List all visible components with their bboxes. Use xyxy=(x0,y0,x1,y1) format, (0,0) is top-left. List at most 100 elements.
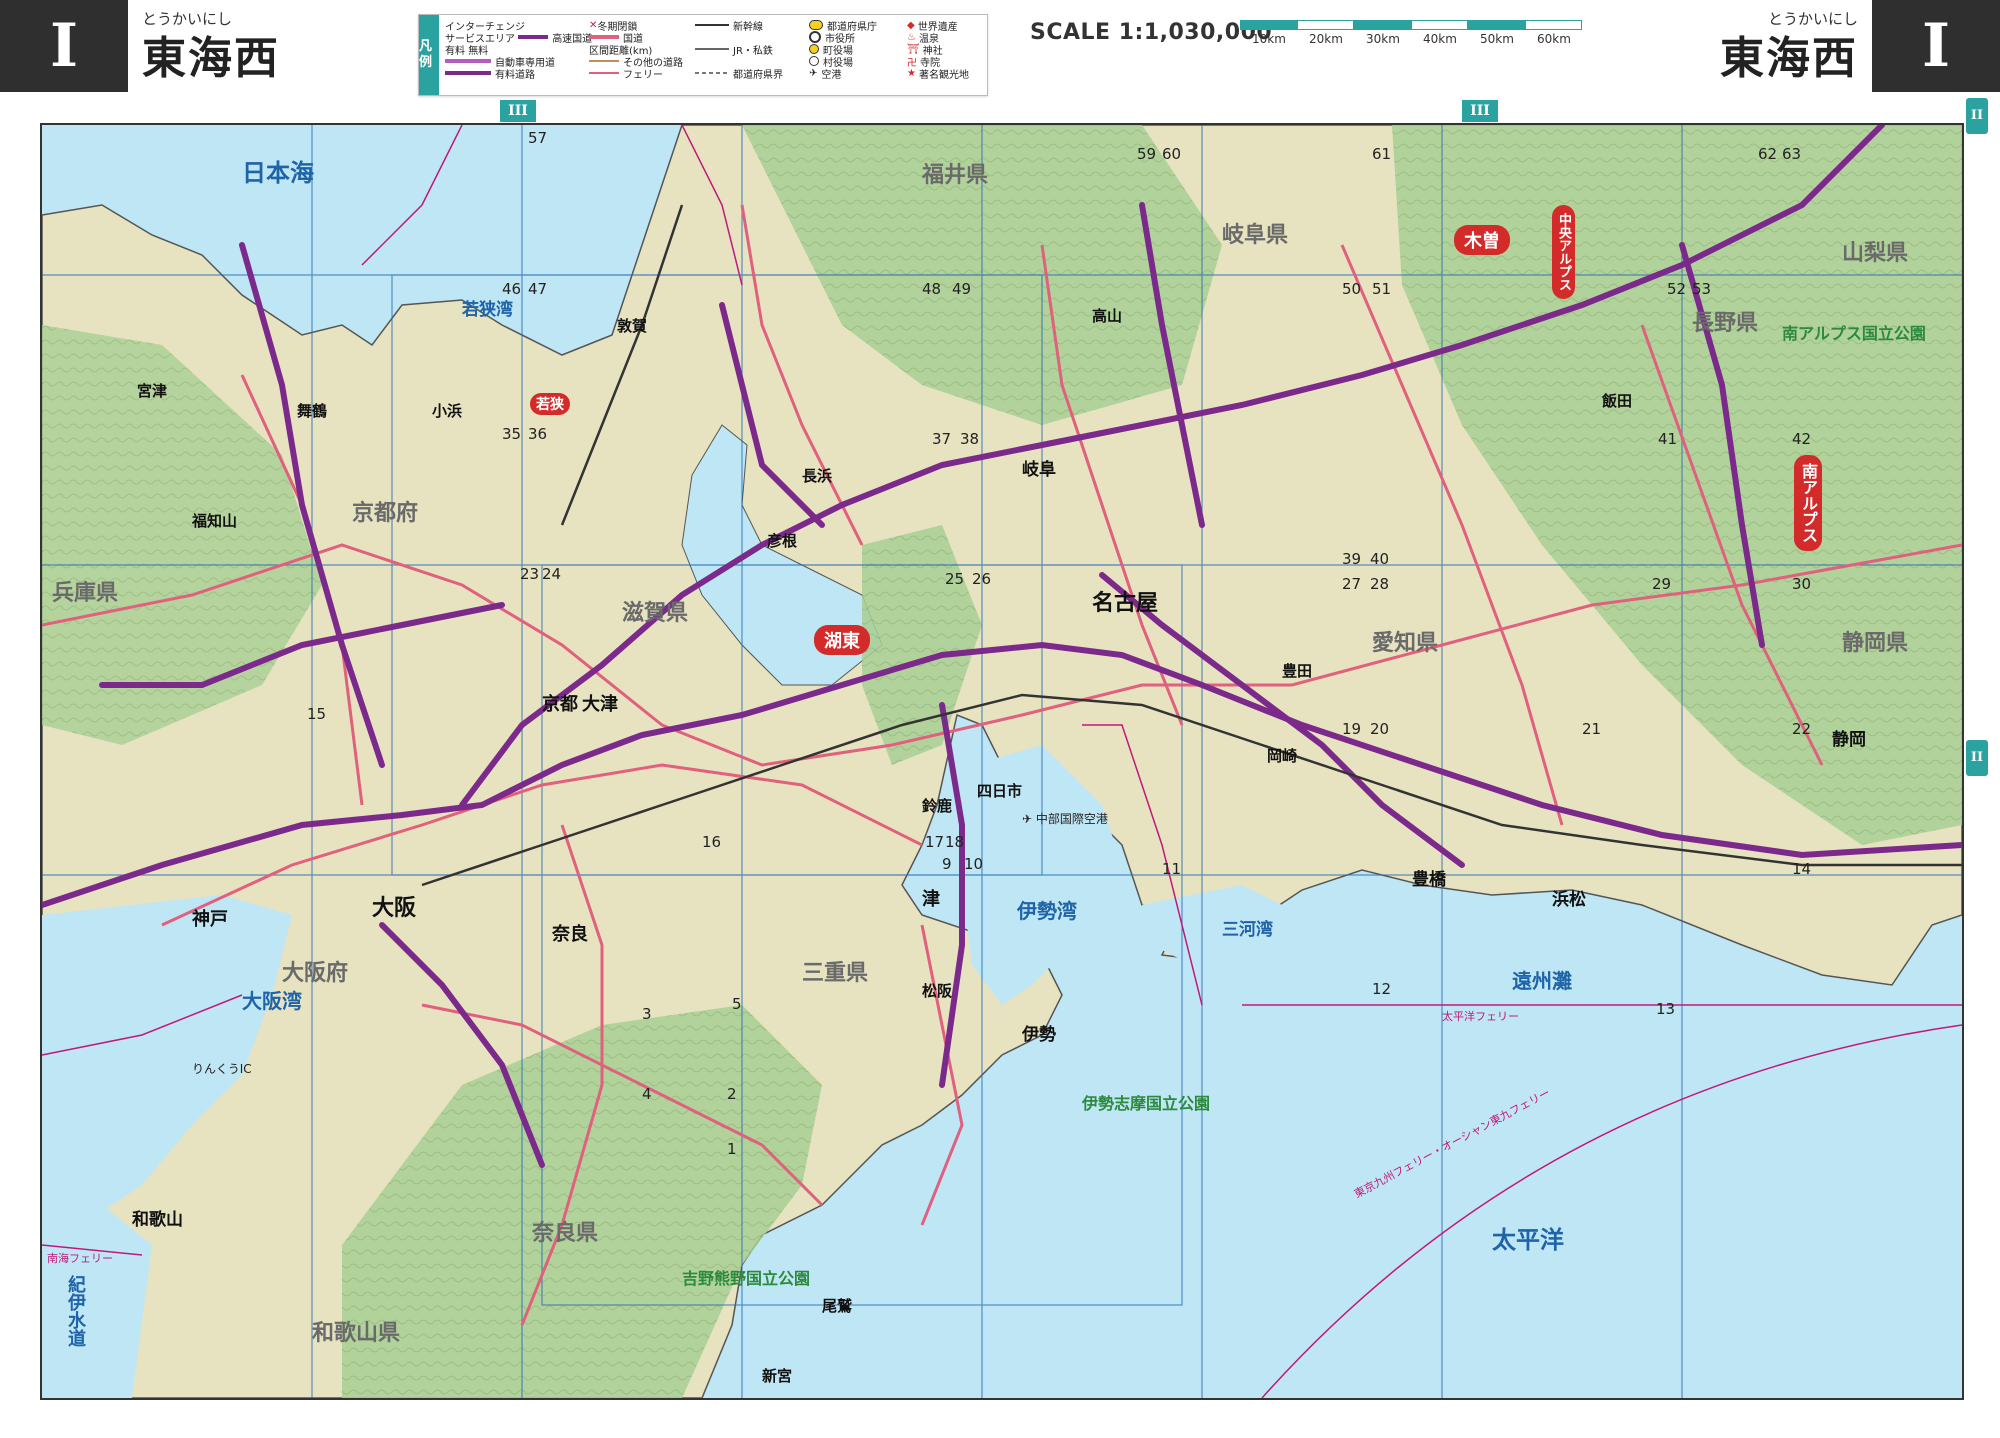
adjacent-page-marker[interactable]: III xyxy=(1462,100,1498,122)
page-ref[interactable]: 36 xyxy=(528,425,547,443)
legend-item: フェリー xyxy=(589,67,683,81)
adjacent-page-marker[interactable]: III xyxy=(500,100,536,122)
area-tag[interactable]: 木曽 xyxy=(1454,225,1510,255)
page-ref[interactable]: 30 xyxy=(1792,575,1811,593)
city-label: 神戸 xyxy=(192,909,228,930)
city-label: 浜松 xyxy=(1552,890,1586,910)
prefecture-label: 兵庫県 xyxy=(52,581,119,606)
scale-bar xyxy=(1240,20,1582,30)
city-label: 奈良 xyxy=(552,924,588,945)
page-ref[interactable]: 24 xyxy=(542,565,561,583)
sea-label: 太平洋 xyxy=(1492,1226,1564,1254)
page-ref[interactable]: 57 xyxy=(528,129,547,147)
page-ref[interactable]: 59 xyxy=(1137,145,1156,163)
road-map[interactable]: 日本海 若狭湾 大阪湾 伊勢湾 三河湾 遠州灘 太平洋 紀伊水道 福井県 岐阜県… xyxy=(40,123,1964,1400)
adjacent-page-marker[interactable]: II xyxy=(1966,98,1988,134)
page-ref[interactable]: 26 xyxy=(972,570,991,588)
city-label: 大津 xyxy=(582,694,618,715)
page-ref[interactable]: 61 xyxy=(1372,145,1391,163)
page-ref[interactable]: 18 xyxy=(945,833,964,851)
legend-item: 村役場 xyxy=(809,55,877,69)
scale-tick: 30km xyxy=(1366,32,1400,46)
national-park-label: 伊勢志摩国立公園 xyxy=(1082,1094,1211,1113)
city-label: 松阪 xyxy=(922,982,953,1000)
area-tag-vertical[interactable]: 中央アルプス xyxy=(1552,205,1575,299)
city-label: 敦賀 xyxy=(617,317,648,335)
prefecture-label: 和歌山県 xyxy=(312,1321,401,1346)
page-ref[interactable]: 17 xyxy=(925,833,944,851)
legend-item: JR・私鉄 xyxy=(695,43,783,57)
page-ref[interactable]: 37 xyxy=(932,430,951,448)
page-ref[interactable]: 38 xyxy=(960,430,979,448)
map-canvas xyxy=(42,125,1962,1398)
section-tab-right: I xyxy=(1872,0,2000,92)
page-ref[interactable]: 51 xyxy=(1372,280,1391,298)
airport-icon: ✈ xyxy=(1022,812,1036,826)
page-ref[interactable]: 10 xyxy=(964,855,983,873)
page-ref[interactable]: 1 xyxy=(727,1140,737,1158)
page-ref[interactable]: 19 xyxy=(1342,720,1361,738)
page-ref[interactable]: 63 xyxy=(1782,145,1801,163)
scale-tick: 20km xyxy=(1309,32,1343,46)
page-ref[interactable]: 60 xyxy=(1162,145,1181,163)
area-tag-vertical[interactable]: 南アルプス xyxy=(1794,455,1822,551)
page-ref[interactable]: 2 xyxy=(727,1085,737,1103)
page-ref[interactable]: 47 xyxy=(528,280,547,298)
page-ref[interactable]: 14 xyxy=(1792,860,1811,878)
adjacent-page-marker[interactable]: II xyxy=(1966,740,1988,776)
page-ref[interactable]: 20 xyxy=(1370,720,1389,738)
page-ref[interactable]: 9 xyxy=(942,855,952,873)
page-ref[interactable]: 25 xyxy=(945,570,964,588)
page-ref[interactable]: 23 xyxy=(520,565,539,583)
prefecture-label: 大阪府 xyxy=(282,961,349,986)
city-label: 尾鷲 xyxy=(822,1297,853,1315)
city-label: 伊勢 xyxy=(1022,1025,1056,1045)
page-ref[interactable]: 3 xyxy=(642,1005,652,1023)
page-ref[interactable]: 48 xyxy=(922,280,941,298)
scale-tick: 60km xyxy=(1537,32,1571,46)
city-label: 名古屋 xyxy=(1092,591,1159,616)
page-ref[interactable]: 46 xyxy=(502,280,521,298)
page-ref[interactable]: 52 xyxy=(1667,280,1686,298)
page-ref[interactable]: 35 xyxy=(502,425,521,443)
page-ref[interactable]: 16 xyxy=(702,833,721,851)
area-tag[interactable]: 若狭 xyxy=(530,393,570,415)
sea-label: 大阪湾 xyxy=(242,989,302,1013)
national-park-label: 南アルプス国立公園 xyxy=(1782,324,1926,343)
page-ref[interactable]: 62 xyxy=(1758,145,1777,163)
page-ref[interactable]: 4 xyxy=(642,1085,652,1103)
page-ref[interactable]: 21 xyxy=(1582,720,1601,738)
page-ref[interactable]: 50 xyxy=(1342,280,1361,298)
legend-col-sights: ◆ 世界遺産 ♨ 温泉 ⛩ 神社 卍寺院 ★ 著名観光地 xyxy=(907,19,969,81)
page-ref[interactable]: 42 xyxy=(1792,430,1811,448)
page-ref[interactable]: 49 xyxy=(952,280,971,298)
area-tag[interactable]: 湖東 xyxy=(814,625,870,655)
city-label: 彦根 xyxy=(767,532,798,550)
page-ref[interactable]: 27 xyxy=(1342,575,1361,593)
city-label: 小浜 xyxy=(432,402,463,420)
page-ref[interactable]: 28 xyxy=(1370,575,1389,593)
sea-label: 若狭湾 xyxy=(462,300,513,320)
page-ref[interactable]: 13 xyxy=(1656,1000,1675,1018)
page-ref[interactable]: 12 xyxy=(1372,980,1391,998)
prefecture-label: 三重県 xyxy=(802,961,869,986)
page-ref[interactable]: 29 xyxy=(1652,575,1671,593)
sea-label: 日本海 xyxy=(242,159,314,187)
page-ref[interactable]: 53 xyxy=(1692,280,1711,298)
sea-label: 三河湾 xyxy=(1222,920,1273,940)
prefecture-label: 奈良県 xyxy=(532,1221,599,1246)
page-ref[interactable]: 11 xyxy=(1162,860,1181,878)
page-ref[interactable]: 5 xyxy=(732,995,742,1013)
city-label: 新宮 xyxy=(762,1367,793,1385)
scale-label: SCALE 1:1,030,000 xyxy=(1030,20,1273,45)
page-ref[interactable]: 40 xyxy=(1370,550,1389,568)
page-ref[interactable]: 41 xyxy=(1658,430,1677,448)
page-ref[interactable]: 39 xyxy=(1342,550,1361,568)
page-ref[interactable]: 22 xyxy=(1792,720,1811,738)
prefecture-label: 岐阜県 xyxy=(1222,223,1289,248)
city-label: 岡崎 xyxy=(1267,747,1298,765)
city-label: 岐阜 xyxy=(1022,460,1056,480)
section-numeral: I xyxy=(1921,11,1951,81)
page-ref[interactable]: 15 xyxy=(307,705,326,723)
prefecture-label: 愛知県 xyxy=(1372,631,1439,656)
